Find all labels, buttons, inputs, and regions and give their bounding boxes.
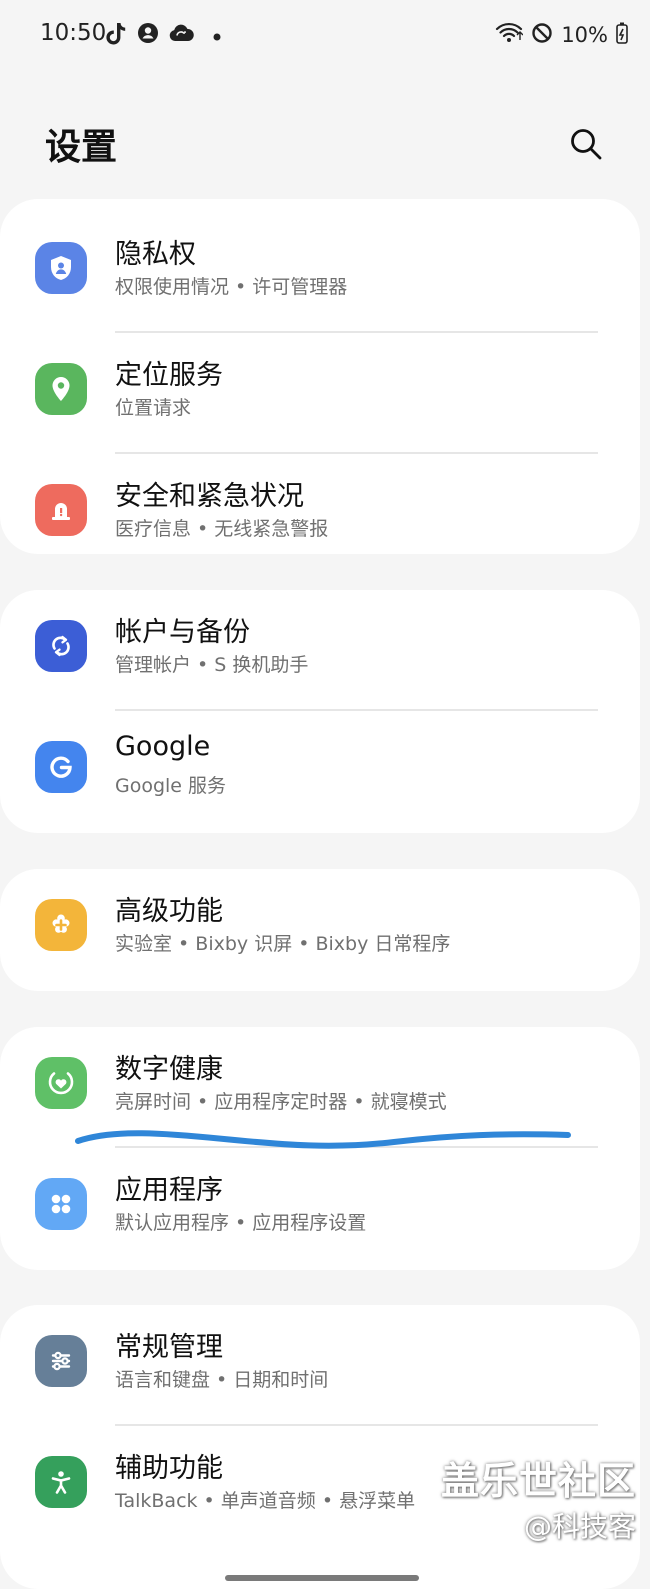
settings-group-general: 常规管理 语言和键盘 • 日期和时间 辅助功能 TalkBack • 单声道音频… xyxy=(0,1305,640,1589)
item-subtitle: 语言和键盘 • 日期和时间 xyxy=(115,1369,329,1391)
item-subtitle: TalkBack • 单声道音频 • 悬浮菜单 xyxy=(115,1490,416,1512)
settings-group-privacy: 隐私权 权限使用情况 • 许可管理器 定位服务 位置请求 安全和紧急状况 医疗信… xyxy=(0,199,640,554)
privacy-shield-icon xyxy=(35,242,87,294)
apps-grid-icon xyxy=(35,1178,87,1230)
item-title: 应用程序 xyxy=(115,1175,223,1206)
cloud-sync-icon xyxy=(168,23,194,47)
settings-item-safety-emergency[interactable]: 安全和紧急状况 医疗信息 • 无线紧急警报 xyxy=(0,454,640,554)
settings-group-advanced: 高级功能 实验室 • Bixby 识屏 • Bixby 日常程序 xyxy=(0,869,640,991)
general-management-icon xyxy=(35,1335,87,1387)
google-icon xyxy=(35,741,87,793)
item-subtitle: 管理帐户 • S 换机助手 xyxy=(115,654,309,676)
status-bar: 10:50 10% xyxy=(0,0,650,70)
settings-group-wellbeing: 数字健康 亮屏时间 • 应用程序定时器 • 就寝模式 应用程序 默认应用程序 •… xyxy=(0,1027,640,1270)
notification-dot-icon xyxy=(213,26,221,45)
item-title: 隐私权 xyxy=(115,239,196,270)
battery-charging-icon xyxy=(616,22,628,48)
search-button[interactable] xyxy=(566,124,606,164)
item-title: 辅助功能 xyxy=(115,1453,223,1484)
item-subtitle: 医疗信息 • 无线紧急警报 xyxy=(115,518,329,540)
item-title: 安全和紧急状况 xyxy=(115,481,304,512)
settings-header: 设置 xyxy=(0,110,650,180)
settings-item-accounts-backup[interactable]: 帐户与备份 管理帐户 • S 换机助手 xyxy=(0,590,640,711)
watermark: 盖乐世社区 @科技客 xyxy=(441,1450,636,1545)
watermark-line-1: 盖乐世社区 xyxy=(440,1459,636,1503)
watermark-line-2: @科技客 xyxy=(523,1510,636,1543)
settings-item-apps[interactable]: 应用程序 默认应用程序 • 应用程序设置 xyxy=(0,1148,640,1269)
account-icon xyxy=(137,22,159,48)
item-subtitle: 默认应用程序 • 应用程序设置 xyxy=(115,1212,367,1234)
settings-item-privacy[interactable]: 隐私权 权限使用情况 • 许可管理器 xyxy=(0,212,640,333)
accessibility-icon xyxy=(35,1456,87,1508)
settings-item-digital-wellbeing[interactable]: 数字健康 亮屏时间 • 应用程序定时器 • 就寝模式 xyxy=(0,1027,640,1148)
settings-item-general-management[interactable]: 常规管理 语言和键盘 • 日期和时间 xyxy=(0,1305,640,1426)
home-indicator[interactable] xyxy=(225,1575,419,1581)
battery-percent: 10% xyxy=(561,23,608,47)
advanced-features-icon xyxy=(35,899,87,951)
wifi-icon xyxy=(495,21,524,49)
sync-icon xyxy=(35,620,87,672)
item-title: 数字健康 xyxy=(115,1054,223,1085)
item-title: 常规管理 xyxy=(115,1332,223,1363)
status-time: 10:50 xyxy=(40,20,107,46)
tiktok-icon xyxy=(106,21,128,49)
search-icon xyxy=(571,129,602,160)
item-subtitle: 亮屏时间 • 应用程序定时器 • 就寝模式 xyxy=(115,1091,447,1113)
location-pin-icon xyxy=(35,363,87,415)
item-subtitle: Google 服务 xyxy=(115,775,227,797)
settings-item-advanced-features[interactable]: 高级功能 实验室 • Bixby 识屏 • Bixby 日常程序 xyxy=(0,869,640,990)
item-subtitle: 实验室 • Bixby 识屏 • Bixby 日常程序 xyxy=(115,933,451,955)
item-title: 高级功能 xyxy=(115,896,223,927)
digital-wellbeing-icon xyxy=(35,1057,87,1109)
emergency-alert-icon xyxy=(35,484,87,536)
settings-group-accounts: 帐户与备份 管理帐户 • S 换机助手 Google Google 服务 xyxy=(0,590,640,833)
settings-item-google[interactable]: Google Google 服务 xyxy=(0,711,640,832)
item-subtitle: 权限使用情况 • 许可管理器 xyxy=(115,276,348,298)
do-not-disturb-icon xyxy=(531,22,553,48)
item-title: 帐户与备份 xyxy=(115,617,250,648)
item-title: 定位服务 xyxy=(115,360,223,391)
settings-item-location[interactable]: 定位服务 位置请求 xyxy=(0,333,640,454)
page-title: 设置 xyxy=(45,127,118,168)
item-subtitle: 位置请求 xyxy=(115,397,192,419)
item-title: Google xyxy=(115,731,211,762)
